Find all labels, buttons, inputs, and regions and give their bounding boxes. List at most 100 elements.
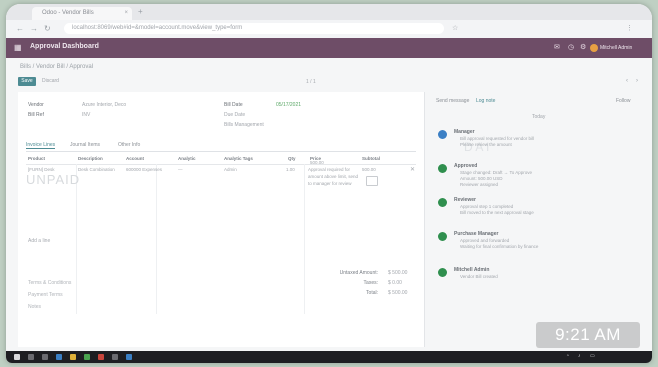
close-icon[interactable]: × (124, 7, 128, 20)
message-author[interactable]: Approved (454, 163, 477, 169)
reload-icon[interactable]: ↻ (44, 24, 51, 33)
terms-note[interactable]: Terms & Conditions (28, 280, 71, 286)
untaxed-label: Untaxed Amount: (339, 270, 378, 276)
col-analytic[interactable]: Analytic (178, 156, 196, 161)
total-label: Total: (366, 290, 378, 296)
task-view-icon[interactable] (42, 354, 48, 360)
message-line: Approved and forwarded (460, 238, 510, 243)
prev-record-icon[interactable]: ‹ (626, 78, 628, 84)
wifi-icon[interactable]: ◔ (566, 353, 569, 359)
forward-icon[interactable]: → (30, 24, 38, 33)
avatar[interactable] (438, 130, 447, 139)
folder-icon[interactable] (70, 354, 76, 360)
avatar[interactable] (438, 268, 447, 277)
col-subtotal[interactable]: Subtotal (362, 156, 380, 161)
apps-menu-icon[interactable]: ▦ (14, 43, 22, 52)
app-title[interactable]: Approval Dashboard (30, 43, 99, 50)
new-tab-button[interactable]: + (138, 7, 143, 16)
discard-button[interactable]: Discard (42, 77, 59, 86)
line-account[interactable]: 600000 Expenses (126, 167, 162, 172)
tab-invoice-lines[interactable]: Invoice Lines (26, 142, 56, 149)
column-divider (304, 164, 305, 314)
star-icon[interactable]: ☆ (452, 24, 458, 32)
notes-field[interactable]: Notes (28, 304, 41, 310)
message-line: Waiting for final confirmation by financ… (460, 244, 539, 249)
send-message-button[interactable]: Send message (436, 98, 469, 104)
save-button[interactable]: Save (18, 77, 36, 86)
start-icon[interactable] (14, 354, 20, 360)
message-line: Approval step 1 completed (460, 204, 514, 209)
taxes-value: $ 0.00 (388, 280, 402, 286)
message-line: Bill approval requested for vendor bill (460, 136, 535, 141)
tab-journal-items[interactable]: Journal Items (70, 142, 100, 148)
avatar[interactable] (438, 198, 447, 207)
col-analytic-tags[interactable]: Analytic Tags (224, 156, 253, 161)
back-icon[interactable]: ← (16, 24, 24, 33)
line-price[interactable]: 500.00 (310, 160, 324, 165)
log-note-button[interactable]: Log note (476, 98, 495, 104)
app-icon[interactable] (126, 354, 132, 360)
settings-icon[interactable]: ⚙ (580, 43, 586, 51)
message-line: Vendor Bill created (460, 274, 498, 279)
message-author[interactable]: Purchase Manager (454, 231, 498, 237)
untaxed-value: $ 500.00 (388, 270, 408, 276)
col-qty[interactable]: Qty (288, 156, 296, 161)
line-qty[interactable]: 1.00 (286, 167, 295, 172)
bill-ref-field[interactable]: INV (82, 112, 90, 118)
bill-ref-label: Bill Ref (28, 112, 44, 118)
follow-button[interactable]: Follow (616, 98, 630, 104)
message-line: Please review the amount (460, 142, 512, 147)
app-icon[interactable] (112, 354, 118, 360)
volume-icon[interactable]: ♪ (578, 353, 581, 359)
form-sheet: Vendor Azure Interior, Deco Bill Ref INV… (18, 92, 425, 347)
date-separator: Today (532, 114, 546, 120)
line-tags[interactable]: Admin (224, 167, 237, 172)
line-product[interactable]: [FURN] Desk (28, 167, 55, 172)
message-line: Stage changed: Draft → To Approve (460, 170, 532, 175)
breadcrumb[interactable]: Bills / Vendor Bill / Approval (20, 64, 93, 70)
address-bar: ← → ↻ localhost:8069/web#id=&model=accou… (6, 20, 652, 39)
taskbar: ◔ ♪ ▭ (6, 351, 652, 363)
vendor-field[interactable]: Azure Interior, Deco (82, 102, 126, 108)
message-author[interactable]: Mitchell Admin (454, 267, 489, 273)
tab-title: Odoo - Vendor Bills (42, 10, 94, 16)
chrome-icon[interactable] (84, 354, 90, 360)
col-account[interactable]: Account (126, 156, 144, 161)
add-line-link[interactable]: Add a line (28, 238, 50, 244)
chat-icon[interactable]: ✉ (554, 43, 560, 51)
line-description[interactable]: Desk Combination (78, 167, 115, 172)
due-date-field[interactable]: Due Date (224, 112, 245, 118)
bill-date-label: Bill Date (224, 102, 243, 108)
battery-icon[interactable]: ▭ (590, 353, 595, 359)
menu-icon[interactable]: ⋮ (626, 24, 633, 32)
line-analytic[interactable]: — (178, 167, 183, 172)
next-record-icon[interactable]: › (636, 78, 638, 84)
message-line: Reviewer assigned (460, 182, 499, 187)
search-icon[interactable] (28, 354, 34, 360)
url-input[interactable]: localhost:8069/web#id=&model=account.mov… (64, 23, 444, 34)
col-product[interactable]: Product (28, 156, 45, 161)
avatar[interactable] (590, 44, 598, 52)
delete-line-icon[interactable]: ✕ (410, 166, 415, 173)
edge-icon[interactable] (56, 354, 62, 360)
message-line: Amount: 500.00 USD (460, 176, 503, 181)
line-edit-button[interactable] (366, 176, 378, 186)
clock-overlay: 9:21 AM (536, 322, 640, 348)
status-watermark: UNPAID (26, 172, 81, 187)
browser-tab[interactable]: Odoo - Vendor Bills × (32, 7, 132, 20)
activity-icon[interactable]: ◷ (568, 43, 574, 51)
avatar[interactable] (438, 232, 447, 241)
app-icon[interactable] (98, 354, 104, 360)
user-name[interactable]: Mitchell Admin (600, 45, 632, 51)
record-pager: 1 / 1 (306, 79, 316, 85)
tab-other-info[interactable]: Other Info (118, 142, 140, 148)
bill-date-field[interactable]: 05/17/2021 (276, 102, 301, 108)
message-line: Bill moved to the next approval stage (460, 210, 534, 215)
journal-field[interactable]: Bills Management (224, 122, 264, 128)
col-description[interactable]: Description (78, 156, 103, 161)
message-author[interactable]: Manager (454, 129, 475, 135)
payment-terms-note[interactable]: Payment Terms (28, 292, 63, 298)
message-author[interactable]: Reviewer (454, 197, 476, 203)
avatar[interactable] (438, 164, 447, 173)
browser-tab-bar: Odoo - Vendor Bills × + (6, 4, 652, 20)
